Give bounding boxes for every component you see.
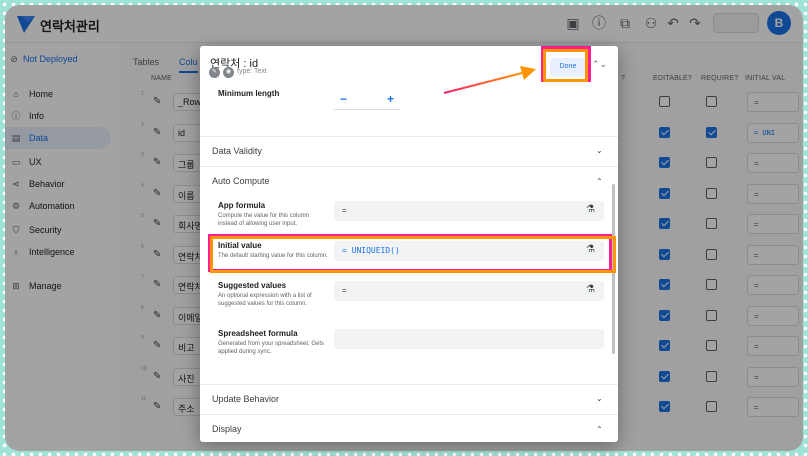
annotation-arrow xyxy=(443,66,536,94)
